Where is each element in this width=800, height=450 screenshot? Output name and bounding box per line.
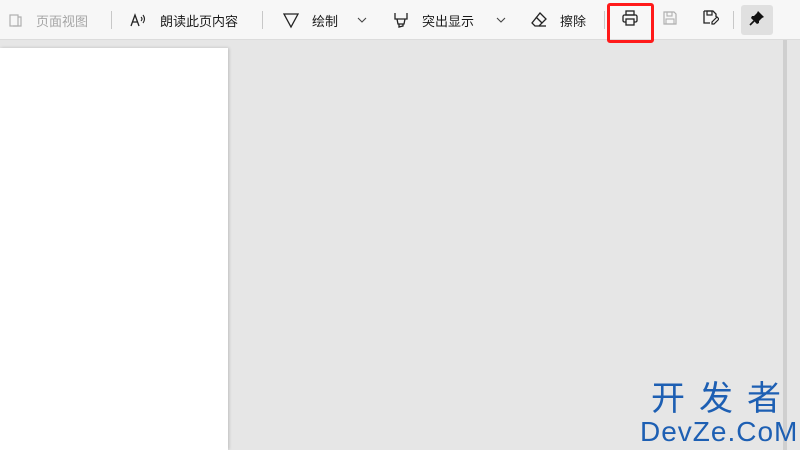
document-page xyxy=(0,48,228,450)
save-icon xyxy=(662,10,678,31)
page-view-button[interactable]: 页面视图 xyxy=(8,0,88,40)
read-aloud-icon xyxy=(130,12,148,28)
highlight-button[interactable]: 突出显示 xyxy=(392,0,474,40)
pin-toolbar-button[interactable] xyxy=(741,5,773,35)
pin-icon xyxy=(749,10,765,31)
watermark-top-text: 开发者 xyxy=(651,380,795,418)
watermark-bottom-text: DevZe.CoM xyxy=(640,416,799,447)
draw-button[interactable]: 绘制 xyxy=(282,0,338,40)
save-as-icon xyxy=(702,9,720,31)
print-highlight-box xyxy=(607,3,654,43)
toolbar-divider xyxy=(111,11,112,29)
read-aloud-button[interactable]: 朗读此页内容 xyxy=(130,0,238,40)
reader-toolbar: 页面视图 朗读此页内容 绘制 突出显示 擦除 xyxy=(0,0,800,40)
site-watermark: 开发者 DevZe.CoM xyxy=(640,382,798,446)
save-as-button[interactable] xyxy=(694,5,726,35)
erase-button[interactable]: 擦除 xyxy=(530,0,586,40)
highlight-label: 突出显示 xyxy=(422,13,475,29)
eraser-icon xyxy=(530,11,548,29)
draw-icon xyxy=(282,11,300,29)
highlight-icon xyxy=(392,11,410,29)
toolbar-divider xyxy=(262,11,263,29)
read-aloud-label: 朗读此页内容 xyxy=(160,13,239,29)
page-view-icon xyxy=(8,12,24,28)
toolbar-divider xyxy=(733,11,734,29)
page-view-label: 页面视图 xyxy=(36,13,89,29)
highlight-dropdown-chevron-icon[interactable] xyxy=(496,0,506,40)
erase-label: 擦除 xyxy=(560,13,587,29)
draw-dropdown-chevron-icon[interactable] xyxy=(357,0,367,40)
draw-label: 绘制 xyxy=(312,13,339,29)
save-button[interactable] xyxy=(654,5,686,35)
toolbar-divider xyxy=(604,11,605,29)
